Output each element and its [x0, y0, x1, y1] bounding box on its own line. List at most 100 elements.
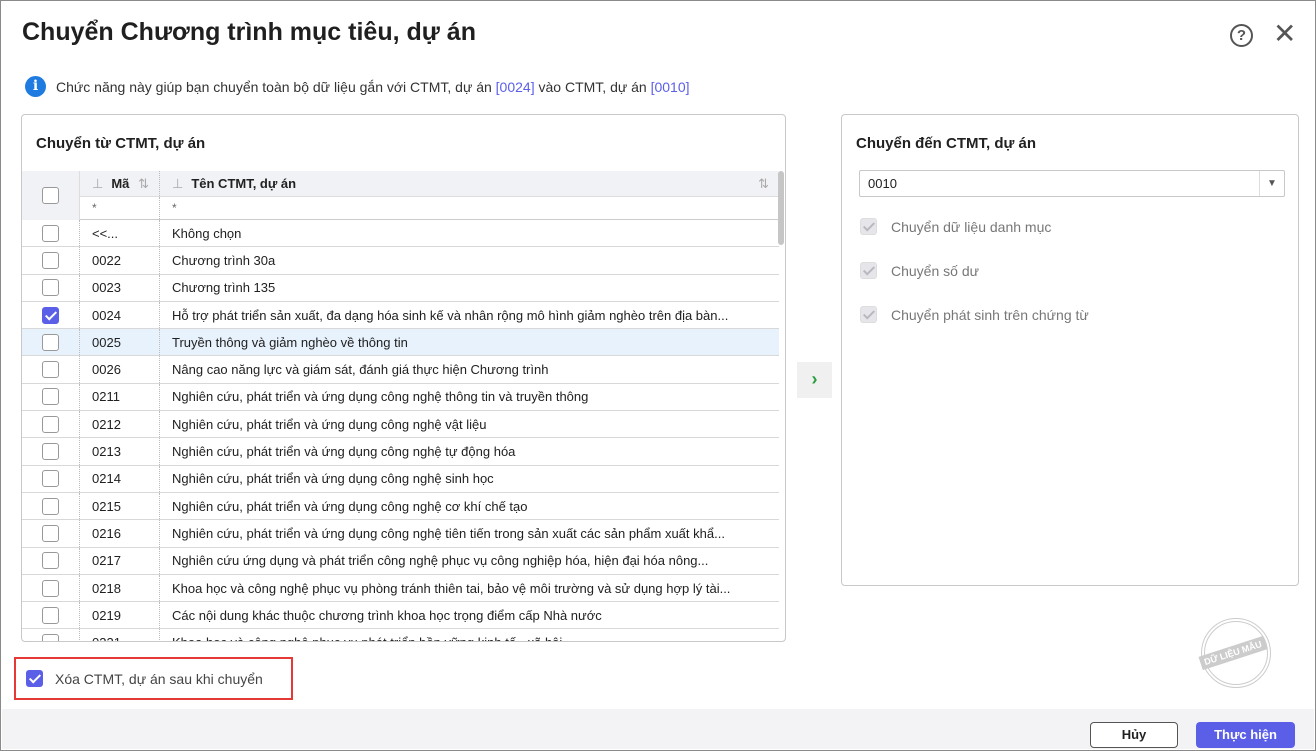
table-row[interactable]: 0217 Nghiên cứu ứng dụng và phát triển cô…: [22, 547, 779, 575]
to-code: [0010]: [650, 78, 690, 95]
option-label: Chuyển số dư: [891, 262, 979, 279]
pin-icon[interactable]: ⊥: [172, 176, 183, 192]
row-checkbox[interactable]: [42, 470, 59, 488]
row-name: Nghiên cứu, phát triển và ứng dụng công …: [172, 444, 516, 460]
row-name: Truyền thông và giảm nghèo về thông tin: [172, 334, 408, 350]
column-code-label: Mã: [111, 176, 130, 191]
row-checkbox[interactable]: [42, 333, 59, 351]
source-grid: ⊥ Mã ⇅ ⊥ Tên CTMT, dự án ⇅ * * <<... Không ch…: [22, 171, 779, 641]
select-all-checkbox[interactable]: [42, 187, 59, 204]
row-name: Nghiên cứu, phát triển và ứng dụng công …: [172, 471, 494, 487]
row-checkbox[interactable]: [42, 388, 59, 406]
target-panel: Chuyển đến CTMT, dự án 0010 ▼ Chuyển dữ l…: [841, 114, 1299, 586]
help-icon[interactable]: ?: [1230, 24, 1253, 47]
column-header-code[interactable]: ⊥ Mã ⇅: [80, 171, 160, 196]
info-icon: i: [25, 76, 46, 97]
stamp-text: DỮ LIỆU MẪU: [1198, 635, 1268, 671]
table-row[interactable]: 0218 Khoa học và công nghệ phục vụ phòng …: [22, 574, 779, 603]
option-checkbox: [860, 218, 877, 235]
table-row[interactable]: 0215 Nghiên cứu, phát triển và ứng dụng c…: [22, 492, 779, 521]
table-row[interactable]: 0023 Chương trình 135: [22, 274, 779, 302]
row-checkbox[interactable]: [42, 415, 59, 433]
from-code: [0024]: [495, 78, 535, 95]
delete-after-label: Xóa CTMT, dự án sau khi chuyển: [55, 670, 263, 687]
row-checkbox[interactable]: [42, 251, 59, 269]
option-balance: Chuyển số dư: [860, 262, 979, 279]
row-name: Nâng cao năng lực và giám sát, đánh giá …: [172, 362, 549, 378]
option-label: Chuyển dữ liệu danh mục: [891, 218, 1052, 235]
move-right-button[interactable]: ›: [797, 362, 832, 398]
sample-data-stamp: DỮ LIỆU MẪU: [1198, 618, 1271, 688]
table-row[interactable]: 0024 Hỗ trợ phát triển sản xuất, đa dạng …: [22, 301, 779, 330]
row-code: 0024: [80, 301, 160, 329]
source-panel-title: Chuyển từ CTMT, dự án: [36, 135, 206, 152]
info-text-mid: vào CTMT, dự án: [538, 78, 647, 95]
delete-after-checkbox[interactable]: [26, 670, 43, 687]
chevron-down-icon[interactable]: ▼: [1259, 171, 1284, 196]
row-code: 0214: [80, 465, 160, 492]
row-code: 0217: [80, 547, 160, 574]
sort-icon[interactable]: ⇅: [138, 176, 149, 192]
table-row[interactable]: 0219 Các nội dung khác thuộc chương trình…: [22, 602, 779, 630]
row-checkbox[interactable]: [42, 606, 59, 624]
row-name: Chương trình 30a: [172, 252, 276, 268]
table-row[interactable]: 0025 Truyền thông và giảm nghèo về thông …: [22, 329, 779, 357]
row-code: 0026: [80, 356, 160, 383]
row-name: Nghiên cứu, phát triển và ứng dụng công …: [172, 525, 725, 541]
table-row[interactable]: 0216 Nghiên cứu, phát triển và ứng dụng c…: [22, 520, 779, 548]
pin-icon[interactable]: ⊥: [92, 176, 103, 192]
row-code: 0219: [80, 602, 160, 629]
row-code: 0025: [80, 329, 160, 356]
table-row[interactable]: 0022 Chương trình 30a: [22, 247, 779, 275]
row-name: Nghiên cứu, phát triển và ứng dụng công …: [172, 498, 528, 514]
column-name-label: Tên CTMT, dự án: [191, 176, 297, 191]
filter-name[interactable]: *: [160, 197, 779, 219]
option-transactions: Chuyển phát sinh trên chứng từ: [860, 306, 1089, 323]
row-code: 0216: [80, 520, 160, 547]
sort-icon[interactable]: ⇅: [758, 176, 769, 192]
table-row[interactable]: 0213 Nghiên cứu, phát triển và ứng dụng c…: [22, 438, 779, 466]
row-name: Không chọn: [172, 225, 242, 241]
target-panel-title: Chuyển đến CTMT, dự án: [856, 135, 1037, 152]
table-row[interactable]: <<... Không chọn: [22, 220, 779, 248]
row-code: 0221: [80, 629, 160, 641]
row-checkbox[interactable]: [42, 443, 59, 461]
row-checkbox[interactable]: [42, 524, 59, 542]
option-checkbox: [860, 262, 877, 279]
dialog: Chuyển Chương trình mục tiêu, dự án ? ✕ …: [0, 0, 1316, 751]
execute-button[interactable]: Thực hiện: [1196, 722, 1295, 748]
row-name: Nghiên cứu ứng dụng và phát triển công n…: [172, 553, 709, 569]
row-name: Nghiên cứu, phát triển và ứng dụng công …: [172, 416, 487, 432]
table-row[interactable]: 0221Khoa học và công nghệ phục vụ phát t…: [22, 629, 779, 641]
row-checkbox[interactable]: [42, 361, 59, 379]
option-category: Chuyển dữ liệu danh mục: [860, 218, 1051, 235]
column-header-name[interactable]: ⊥ Tên CTMT, dự án ⇅: [160, 171, 779, 196]
row-checkbox[interactable]: [42, 279, 59, 297]
row-checkbox[interactable]: [42, 497, 59, 515]
row-code: 0022: [80, 247, 160, 274]
row-name: Các nội dung khác thuộc chương trình kho…: [172, 607, 602, 623]
row-code: 0215: [80, 492, 160, 520]
row-checkbox[interactable]: [42, 579, 59, 597]
delete-after-option[interactable]: Xóa CTMT, dự án sau khi chuyển: [14, 657, 293, 700]
filter-code[interactable]: *: [80, 197, 160, 219]
row-code: <<...: [80, 220, 160, 247]
source-panel: Chuyển từ CTMT, dự án ⊥ Mã ⇅ ⊥ Tên CTMT, dự…: [21, 114, 786, 642]
cancel-button[interactable]: Hủy: [1090, 722, 1178, 748]
row-checkbox[interactable]: [42, 224, 59, 242]
table-row[interactable]: 0212 Nghiên cứu, phát triển và ứng dụng c…: [22, 411, 779, 439]
row-checkbox[interactable]: [42, 552, 59, 570]
table-row[interactable]: 0026 Nâng cao năng lực và giám sát, đánh …: [22, 356, 779, 384]
option-label: Chuyển phát sinh trên chứng từ: [891, 306, 1089, 323]
table-row[interactable]: 0214 Nghiên cứu, phát triển và ứng dụng c…: [22, 465, 779, 493]
row-checkbox[interactable]: [42, 306, 59, 324]
close-icon[interactable]: ✕: [1273, 20, 1296, 48]
target-select[interactable]: 0010 ▼: [859, 170, 1285, 197]
table-row[interactable]: 0211 Nghiên cứu, phát triển và ứng dụng c…: [22, 383, 779, 412]
row-name: Chương trình 135: [172, 280, 276, 296]
row-checkbox[interactable]: [42, 634, 59, 641]
row-name: Khoa học và công nghệ phục vụ phát triển…: [160, 629, 779, 641]
info-message: i Chức năng này giúp bạn chuyển toàn bộ …: [25, 76, 690, 97]
scrollbar[interactable]: [778, 171, 784, 245]
row-code: 0023: [80, 274, 160, 301]
